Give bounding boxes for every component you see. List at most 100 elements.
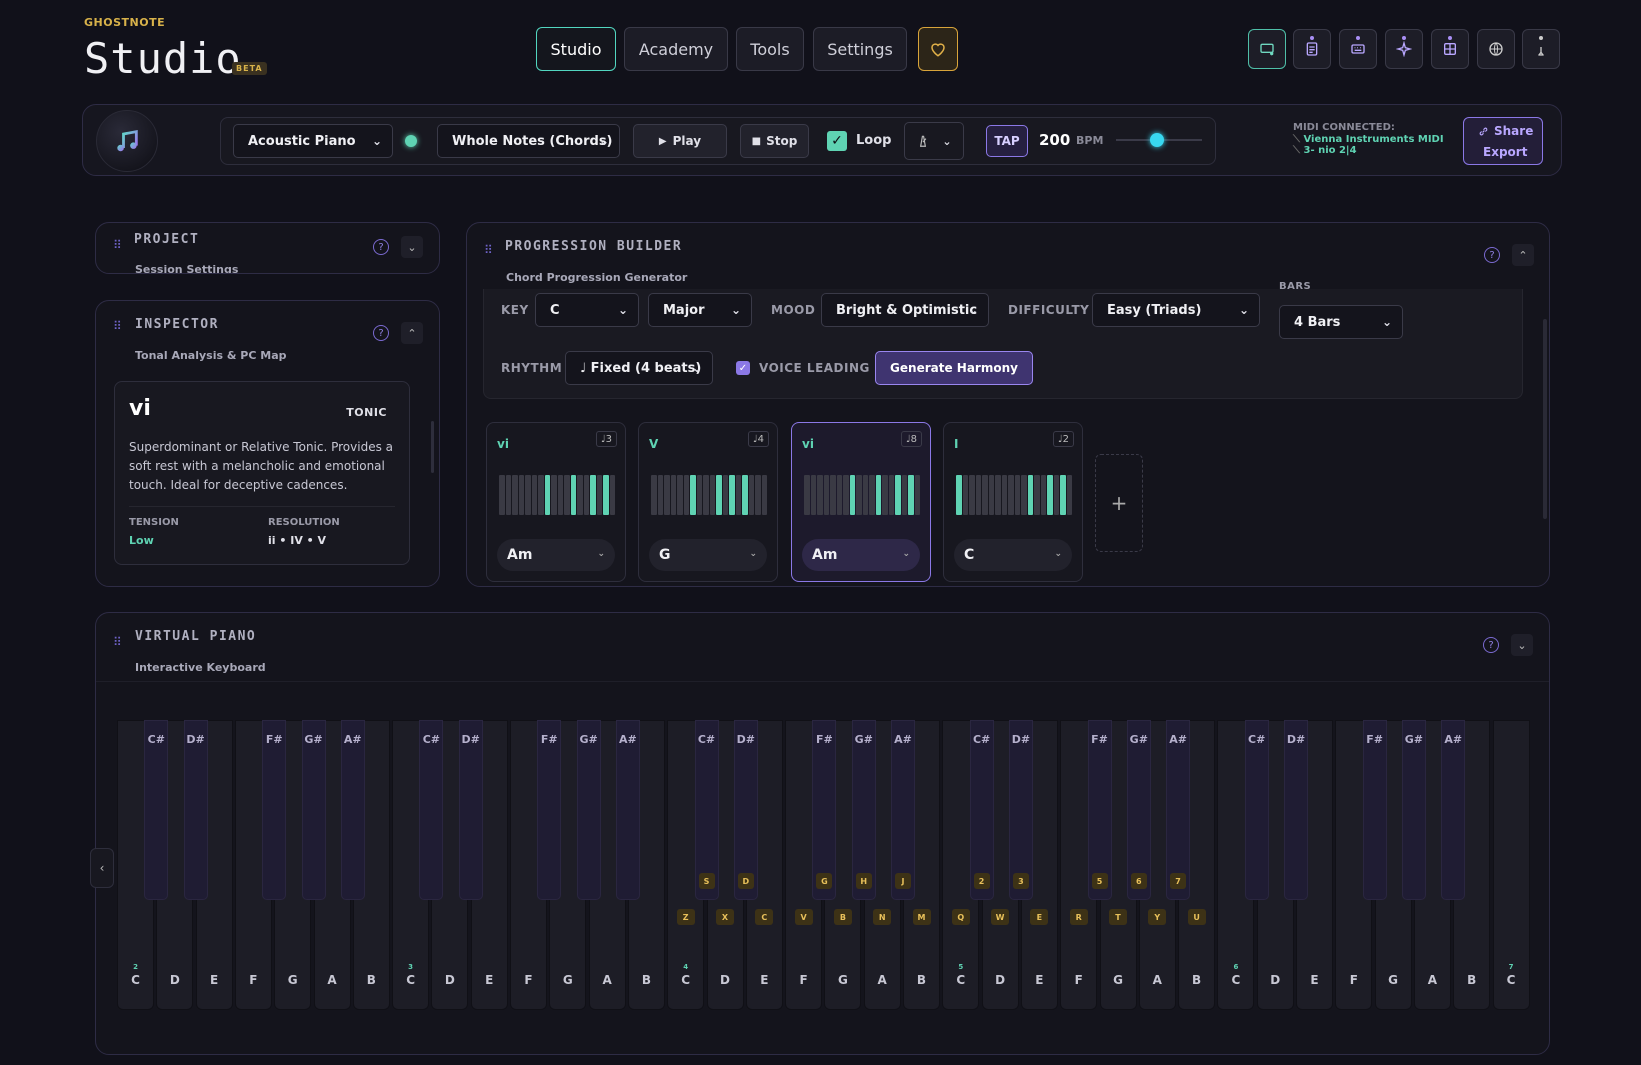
key-note-label: C — [956, 973, 966, 987]
help-icon[interactable]: ? — [1483, 637, 1499, 653]
stop-button[interactable]: ■ Stop — [740, 124, 809, 158]
chord-card[interactable]: vi ♩8 Am ⌄ — [791, 422, 931, 582]
globe-button[interactable] — [1477, 29, 1515, 69]
key-note-label: D# — [1286, 733, 1306, 746]
metronome-select[interactable]: ⌄ — [904, 122, 964, 160]
black-key[interactable]: F# — [537, 720, 562, 900]
hotkey-badge: D — [737, 873, 754, 889]
chord-select[interactable]: Am ⌄ — [497, 539, 615, 571]
black-key[interactable]: A# J — [891, 720, 915, 900]
key-note-label: C# — [1248, 733, 1266, 746]
key-select[interactable]: C ⌄ — [535, 293, 639, 327]
grid-button[interactable] — [1431, 29, 1469, 69]
drag-handle-icon[interactable]: ⠿ — [113, 320, 122, 332]
chord-card-duration[interactable]: ♩4 — [747, 431, 769, 447]
hotkey-badge: E — [1030, 909, 1049, 925]
chord-card-duration[interactable]: ♩2 — [1052, 431, 1074, 447]
key-note-label: E — [209, 973, 219, 987]
voice-leading-checkbox[interactable]: ✓ — [736, 361, 750, 375]
chord-card[interactable]: V ♩4 G ⌄ — [638, 422, 778, 582]
scroll-left-button[interactable]: ‹ — [90, 848, 114, 888]
black-key[interactable]: C# — [144, 720, 169, 900]
tab-studio[interactable]: Studio — [536, 27, 616, 71]
black-key[interactable]: G# — [576, 720, 601, 900]
drag-handle-icon[interactable]: ⠿ — [113, 636, 122, 648]
chevron-down-icon: ⌄ — [617, 303, 628, 317]
black-key[interactable]: F# — [1362, 720, 1387, 900]
drag-handle-icon[interactable]: ⠿ — [113, 239, 122, 251]
chord-description: Superdominant or Relative Tonic. Provide… — [129, 440, 393, 492]
chord-card[interactable]: I ♩2 C ⌄ — [943, 422, 1083, 582]
rhythm-select[interactable]: ♩ Fixed (4 beats) ⌄ — [565, 351, 713, 385]
export-button[interactable]: Export — [1483, 145, 1527, 159]
black-key[interactable]: G# — [1401, 720, 1426, 900]
difficulty-select[interactable]: Easy (Triads) ⌄ — [1092, 293, 1260, 327]
tap-tempo-button[interactable]: TAP — [986, 125, 1028, 157]
black-key[interactable]: F# — [262, 720, 287, 900]
play-button[interactable]: ▶ Play — [633, 124, 727, 158]
help-icon[interactable]: ? — [1484, 247, 1500, 263]
black-key[interactable]: C# — [1244, 720, 1269, 900]
key-note-label: E — [1035, 973, 1044, 987]
black-key[interactable]: F# 5 — [1087, 720, 1112, 900]
mini-key — [703, 475, 709, 515]
tab-tools[interactable]: Tools — [736, 27, 804, 71]
help-icon[interactable]: ? — [373, 239, 389, 255]
chord-info-card: vi TONIC Superdominant or Relative Tonic… — [114, 381, 410, 565]
favorites-button[interactable] — [918, 27, 958, 71]
expand-project-button[interactable]: ⌄ — [401, 236, 423, 258]
collapse-inspector-button[interactable]: ⌃ — [401, 322, 423, 344]
progression-scrollbar[interactable] — [1543, 319, 1547, 519]
black-key[interactable]: A# 7 — [1166, 720, 1191, 900]
black-key[interactable]: F# G — [812, 720, 837, 900]
bars-select[interactable]: 4 Bars ⌄ — [1279, 305, 1403, 339]
black-key[interactable]: D# — [458, 720, 483, 900]
black-key[interactable]: D# — [183, 720, 208, 900]
chord-card-duration[interactable]: ♩8 — [900, 431, 922, 447]
mini-key — [670, 475, 676, 515]
pattern-select[interactable]: Whole Notes (Chords) ⌄ — [437, 124, 620, 158]
hotkey-badge: 6 — [1130, 873, 1147, 889]
chord-select[interactable]: Am ⌄ — [802, 539, 920, 571]
mode-select[interactable]: Major ⌄ — [648, 293, 752, 327]
black-key[interactable]: A# — [1441, 720, 1466, 900]
loop-checkbox[interactable]: ✓ — [827, 131, 847, 151]
black-key[interactable]: G# 6 — [1126, 720, 1151, 900]
white-key[interactable]: C7 — [1492, 720, 1530, 1010]
chord-select[interactable]: C ⌄ — [954, 539, 1072, 571]
tab-settings[interactable]: Settings — [813, 27, 907, 71]
chord-card[interactable]: vi ♩3 Am ⌄ — [486, 422, 626, 582]
user-button[interactable] — [1522, 29, 1560, 69]
bpm-slider-handle[interactable] — [1150, 133, 1164, 147]
key-note-label: B — [1467, 973, 1477, 987]
black-key[interactable]: A# — [340, 720, 365, 900]
keyboard-button[interactable] — [1339, 29, 1377, 69]
black-key[interactable]: D# 3 — [1008, 720, 1033, 900]
chord-card-duration[interactable]: ♩3 — [595, 431, 617, 447]
generate-harmony-button[interactable]: Generate Harmony — [875, 351, 1033, 385]
chord-select[interactable]: G ⌄ — [649, 539, 767, 571]
black-key[interactable]: C# — [419, 720, 444, 900]
black-key[interactable]: G# H — [851, 720, 876, 900]
black-key[interactable]: D# D — [733, 720, 758, 900]
black-key[interactable]: A# — [615, 720, 640, 900]
add-chord-button[interactable]: + — [1095, 454, 1143, 552]
expand-piano-button[interactable]: ⌄ — [1511, 634, 1533, 656]
black-key[interactable]: C# S — [694, 720, 719, 900]
inspector-scrollbar[interactable] — [431, 421, 434, 473]
tab-academy[interactable]: Academy — [624, 27, 728, 71]
notes-button[interactable] — [1293, 29, 1331, 69]
monitor-button[interactable] — [1248, 29, 1286, 69]
share-button[interactable]: Share — [1478, 124, 1533, 138]
help-icon[interactable]: ? — [373, 325, 389, 341]
black-key[interactable]: C# 2 — [969, 720, 994, 900]
black-key[interactable]: D# — [1284, 720, 1308, 900]
instrument-select[interactable]: Acoustic Piano ⌄ — [233, 124, 393, 158]
collapse-progression-button[interactable]: ⌃ — [1512, 244, 1534, 266]
key-note-label: F — [249, 973, 258, 987]
sparkle-button[interactable] — [1385, 29, 1423, 69]
drag-handle-icon[interactable]: ⠿ — [484, 244, 493, 256]
black-key[interactable]: G# — [301, 720, 326, 900]
key-note-label: A# — [619, 733, 637, 746]
mood-select[interactable]: Bright & Optimistic ⌄ — [821, 293, 989, 327]
